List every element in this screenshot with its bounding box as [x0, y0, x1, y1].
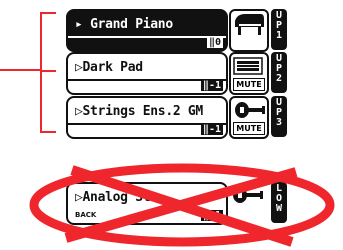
- octave-badge: ‖0: [206, 37, 223, 48]
- divider: [68, 36, 226, 38]
- part-label: UP3: [271, 96, 287, 137]
- bracket-bottom: [40, 131, 56, 133]
- bracket-middle: [40, 70, 56, 72]
- octave-badge: ‖-1: [200, 80, 223, 91]
- grand-piano-icon: [235, 14, 264, 35]
- sound-name: ▷Strings Ens.2 GM: [75, 104, 203, 119]
- sound-name: ▷Analog St: [75, 190, 151, 205]
- sound-name-box[interactable]: ▸ Grand Piano ‖0: [66, 9, 228, 52]
- instrument-icon-box[interactable]: [229, 9, 269, 52]
- bracket-top: [40, 12, 56, 14]
- keyboard-icon: [233, 57, 263, 75]
- violin-icon: [235, 102, 265, 118]
- part-label: LOW: [271, 182, 287, 223]
- part-label: UP1: [271, 9, 287, 50]
- instrument-icon-box[interactable]: [229, 182, 265, 221]
- bracket-pointer: [0, 69, 40, 71]
- mute-label: MUTE: [233, 78, 265, 91]
- violin-icon: [233, 187, 263, 203]
- part-up3[interactable]: ▷Strings Ens.2 GM ‖-1 MUTE UP3: [66, 96, 332, 139]
- octave-badge: ‖-1: [200, 124, 223, 135]
- sound-name-box[interactable]: ▷Dark Pad ‖-1: [66, 52, 228, 95]
- instrument-icon-box[interactable]: MUTE: [229, 52, 269, 95]
- bracket-line: [40, 12, 42, 132]
- part-lower[interactable]: ▷Analog St BACK ‖-1 LOW: [66, 182, 332, 225]
- part-up1[interactable]: ▸ Grand Piano ‖0 UP1: [66, 9, 332, 52]
- octave-badge: ‖-1: [200, 210, 223, 221]
- mute-label: MUTE: [233, 122, 265, 135]
- back-label: BACK: [75, 211, 97, 219]
- sound-name: ▷Dark Pad: [75, 60, 143, 75]
- part-up2[interactable]: ▷Dark Pad ‖-1 MUTE UP2: [66, 52, 332, 95]
- sound-name-box[interactable]: ▷Analog St BACK ‖-1: [66, 182, 228, 225]
- sound-name-box[interactable]: ▷Strings Ens.2 GM ‖-1: [66, 96, 228, 139]
- part-label: UP2: [271, 52, 287, 93]
- instrument-icon-box[interactable]: MUTE: [229, 96, 269, 139]
- sound-name: ▸ Grand Piano: [75, 17, 173, 32]
